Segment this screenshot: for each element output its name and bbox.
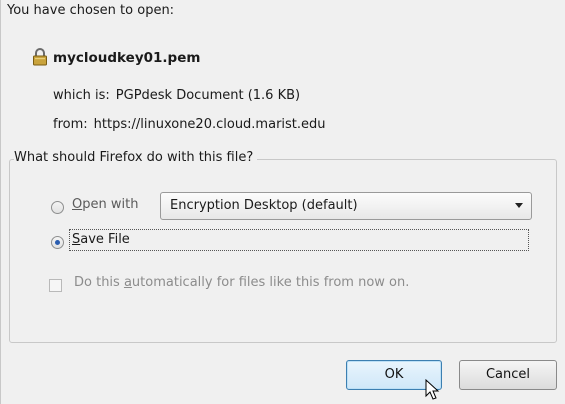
action-group: What should Firefox do with this file?	[9, 150, 557, 343]
file-source-row: from: https://linuxone20.cloud.marist.edu	[53, 117, 326, 132]
save-file-focus-ring	[69, 229, 529, 251]
application-select-value: Encryption Desktop (default)	[170, 198, 358, 213]
action-group-legend: What should Firefox do with this file?	[14, 150, 258, 165]
file-name: mycloudkey01.pem	[53, 50, 201, 66]
which-label: which is:	[53, 88, 110, 103]
chevron-down-icon	[515, 203, 523, 208]
lock-icon	[33, 48, 47, 66]
open-with-text: pen with	[82, 197, 139, 212]
from-label: from:	[53, 117, 88, 132]
open-with-label[interactable]: Open with	[72, 197, 138, 212]
cancel-button[interactable]: Cancel	[459, 360, 557, 390]
open-with-radio[interactable]	[51, 201, 64, 214]
auto-action-text-before: Do this	[74, 275, 124, 290]
download-dialog: You have chosen to open: mycloudkey01.pe…	[0, 0, 565, 404]
file-source-value: https://linuxone20.cloud.marist.edu	[93, 117, 326, 132]
file-type-value: PGPdesk Document (1.6 KB)	[115, 88, 301, 103]
save-file-text: ave File	[80, 232, 130, 247]
save-file-label[interactable]: Save File	[72, 232, 130, 247]
application-select[interactable]: Encryption Desktop (default)	[160, 192, 532, 220]
auto-action-checkbox[interactable]	[49, 279, 62, 292]
auto-action-label[interactable]: Do this automatically for files like thi…	[74, 275, 409, 290]
dialog-heading: You have chosen to open:	[7, 3, 175, 18]
open-with-mnemonic: O	[72, 197, 83, 212]
auto-action-mnemonic: a	[123, 275, 132, 290]
auto-action-text-after: utomatically for files like this from no…	[131, 275, 410, 290]
save-file-radio[interactable]	[51, 236, 64, 249]
file-type-row: which is: PGPdesk Document (1.6 KB)	[53, 88, 300, 103]
mouse-pointer-icon	[425, 379, 440, 400]
